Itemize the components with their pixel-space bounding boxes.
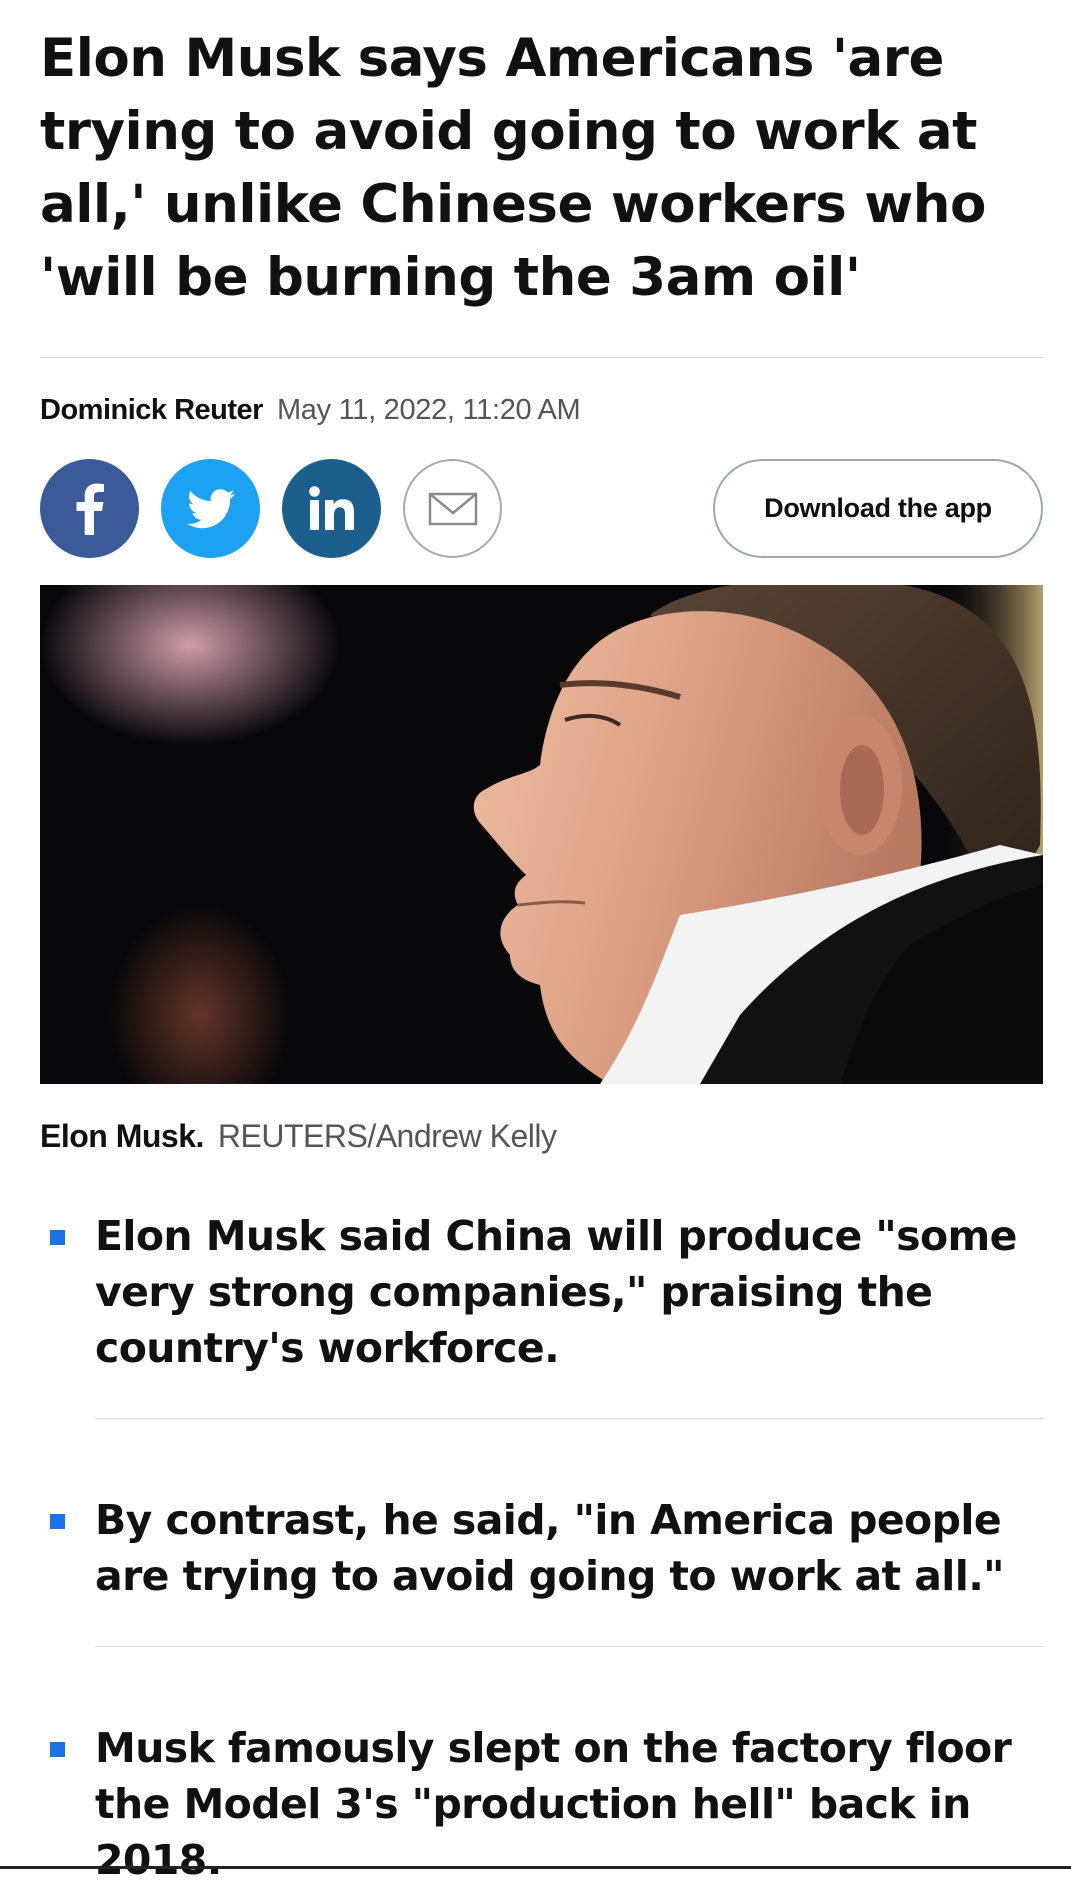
portrait-photo-image bbox=[40, 585, 1043, 1084]
photo-caption: Elon Musk. REUTERS/Andrew Kelly bbox=[40, 1116, 557, 1156]
caption-subject: Elon Musk. bbox=[40, 1118, 204, 1154]
article-photo bbox=[40, 585, 1043, 1084]
share-facebook-button[interactable] bbox=[40, 459, 139, 558]
share-linkedin-button[interactable] bbox=[282, 459, 381, 558]
key-point-item: By contrast, he said, "in America people… bbox=[40, 1492, 1043, 1647]
linkedin-icon bbox=[308, 485, 354, 530]
article-page: Elon Musk says Americans 'are trying to … bbox=[40, 0, 1043, 1884]
headline-divider bbox=[40, 357, 1043, 358]
twitter-icon bbox=[186, 488, 235, 528]
byline: Dominick Reuter May 11, 2022, 11:20 AM bbox=[40, 390, 581, 430]
key-point-text: Elon Musk said China will produce "some … bbox=[95, 1212, 1017, 1372]
caption-credit: REUTERS/Andrew Kelly bbox=[217, 1118, 557, 1154]
key-point-text: Musk famously slept on the factory floor… bbox=[95, 1724, 1012, 1884]
bullet-square-icon bbox=[50, 1742, 65, 1757]
article-headline: Elon Musk says Americans 'are trying to … bbox=[40, 28, 986, 308]
facebook-icon bbox=[76, 483, 104, 535]
share-bar: Download the app bbox=[40, 459, 1043, 558]
publish-date: May 11, 2022, 11:20 AM bbox=[276, 394, 581, 426]
key-point-divider bbox=[95, 1646, 1043, 1647]
key-point-text: By contrast, he said, "in America people… bbox=[95, 1496, 1005, 1600]
bullet-square-icon bbox=[50, 1514, 65, 1529]
download-app-button[interactable]: Download the app bbox=[713, 459, 1043, 558]
key-point-item: Musk famously slept on the factory floor… bbox=[40, 1720, 1043, 1888]
bullet-square-icon bbox=[50, 1230, 65, 1245]
share-email-button[interactable] bbox=[403, 459, 502, 558]
key-points-list: Elon Musk said China will produce "some … bbox=[40, 1208, 1043, 1888]
key-point-item: Elon Musk said China will produce "some … bbox=[40, 1208, 1043, 1419]
author-link[interactable]: Dominick Reuter bbox=[40, 394, 263, 426]
key-point-divider bbox=[95, 1418, 1043, 1419]
email-icon bbox=[428, 492, 477, 525]
share-twitter-button[interactable] bbox=[161, 459, 260, 558]
